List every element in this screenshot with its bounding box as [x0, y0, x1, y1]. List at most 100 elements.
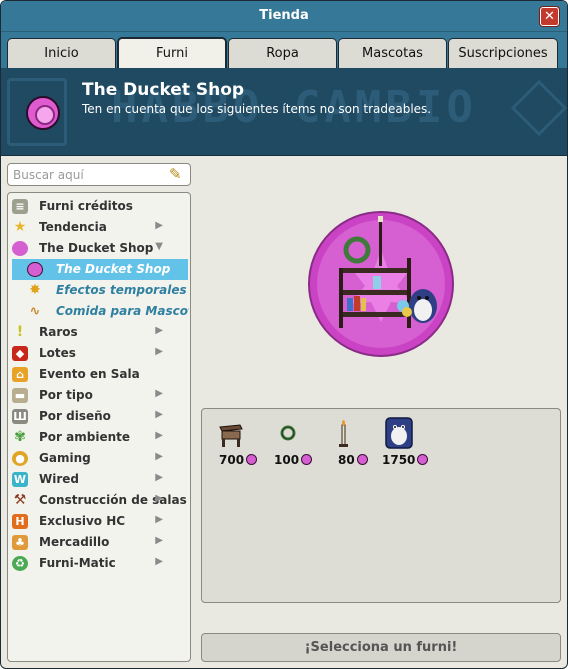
page-description: Ten en cuenta que los siguientes ítems n… — [82, 102, 432, 116]
nav-item-por-diseno[interactable]: Ш Por diseño ▶ — [8, 406, 190, 427]
box-icon: ◆ — [12, 346, 28, 361]
search-input[interactable] — [13, 166, 163, 183]
nav-item-construccion[interactable]: ⚒ Construcción de salas ▶ — [8, 490, 190, 511]
chevron-right-icon: ▶ — [155, 430, 163, 441]
nav-item-wired[interactable]: W Wired ▶ — [8, 469, 190, 490]
chevron-right-icon: ▶ — [155, 346, 163, 357]
nav-item-label: Mercadillo — [39, 535, 110, 549]
catalog-preview-image — [308, 211, 454, 357]
close-button[interactable]: ✕ — [540, 7, 559, 26]
market-icon: ♣ — [12, 535, 28, 550]
chevron-right-icon: ▶ — [155, 220, 163, 231]
window-title: Tienda — [259, 8, 309, 23]
chevron-down-icon: ▼ — [155, 241, 163, 252]
nav-subitem-ducket-shop[interactable]: The Ducket Shop — [12, 259, 188, 280]
price-value: 100 — [274, 453, 300, 467]
category-sidebar[interactable]: ≡ Furni créditos ★ Tendencia ▶ The Ducke… — [7, 192, 191, 662]
nav-item-label: Por diseño — [39, 409, 111, 423]
page-title: The Ducket Shop — [82, 80, 245, 100]
nav-item-label: Evento en Sala — [39, 367, 140, 381]
ducket-icon — [27, 262, 43, 277]
nav-item-lotes[interactable]: ◆ Lotes ▶ — [8, 343, 190, 364]
plant-icon: ✾ — [14, 429, 26, 445]
chevron-right-icon: ▶ — [155, 535, 163, 546]
nav-item-evento-sala[interactable]: ⌂ Evento en Sala — [8, 364, 190, 385]
bone-icon: ∿ — [29, 304, 41, 319]
chevron-right-icon: ▶ — [155, 514, 163, 525]
nav-subitem-efectos-temporales[interactable]: ✸ Efectos temporales (Duc — [8, 280, 190, 301]
nav-item-raros[interactable]: ! Raros ▶ — [8, 322, 190, 343]
nav-item-label: The Ducket Shop — [39, 241, 154, 255]
nav-item-label: Efectos temporales (Duc — [56, 283, 189, 297]
nav-item-label: Wired — [39, 472, 79, 486]
shop-window: Tienda ✕ Inicio Furni Ropa Mascotas Susc… — [0, 0, 568, 669]
catalog-banner: HABBO CAMBIO The Ducket Shop Ten en cuen… — [1, 68, 567, 156]
nav-item-label: Comida para Mascotas ( — [56, 304, 189, 318]
search-box: ✎ — [7, 163, 191, 186]
chevron-right-icon: ▶ — [155, 472, 163, 483]
recycle-icon: ♻ — [12, 556, 28, 571]
nav-item-mercadillo[interactable]: ♣ Mercadillo ▶ — [8, 532, 190, 553]
ducket-icon — [12, 241, 28, 256]
product-item[interactable]: 700 — [216, 419, 276, 471]
nav-item-exclusivo-hc[interactable]: H Exclusivo HC ▶ — [8, 511, 190, 532]
nav-item-furni-creditos[interactable]: ≡ Furni créditos — [8, 196, 190, 217]
exclamation-icon: ! — [16, 324, 24, 340]
nav-item-furni-matic[interactable]: ♻ Furni-Matic ▶ — [8, 553, 190, 574]
product-price: 700 — [219, 453, 258, 467]
nav-item-por-tipo[interactable]: ▬ Por tipo ▶ — [8, 385, 190, 406]
product-price: 1750 — [382, 453, 429, 467]
wired-icon: W — [12, 472, 28, 487]
nav-item-tendencia[interactable]: ★ Tendencia ▶ — [8, 217, 190, 238]
price-value: 1750 — [382, 453, 416, 467]
hc-icon: H — [12, 514, 28, 529]
title-bar[interactable]: Tienda ✕ — [1, 1, 567, 32]
event-icon: ⌂ — [12, 367, 28, 382]
coins-icon: ≡ — [12, 199, 28, 214]
product-item[interactable]: 1750 — [382, 417, 452, 471]
sofa-icon: ▬ — [12, 388, 28, 403]
nav-item-label: Exclusivo HC — [39, 514, 126, 528]
tab-suscripciones[interactable]: Suscripciones — [448, 38, 558, 68]
nav-item-label: Lotes — [39, 346, 76, 360]
wreath-icon — [280, 425, 296, 441]
price-value: 80 — [338, 453, 355, 467]
product-grid: 700 100 80 1750 — [201, 408, 561, 603]
tab-inicio[interactable]: Inicio — [7, 38, 116, 68]
star-icon: ★ — [13, 219, 27, 235]
nav-item-label: Tendencia — [39, 220, 107, 234]
nav-item-label: Por tipo — [39, 388, 93, 402]
chevron-right-icon: ▶ — [155, 388, 163, 399]
sparkle-icon: ✸ — [29, 282, 41, 298]
desk-icon — [219, 424, 243, 447]
tab-ropa[interactable]: Ropa — [228, 38, 337, 68]
ducket-currency-icon — [246, 454, 258, 465]
nav-item-gaming[interactable]: ● Gaming ▶ — [8, 448, 190, 469]
pencil-icon[interactable]: ✎ — [169, 166, 185, 182]
select-furni-button[interactable]: ¡Selecciona un furni! — [201, 633, 561, 662]
nav-item-label: Furni-Matic — [39, 556, 116, 570]
tab-bar: Inicio Furni Ropa Mascotas Suscripciones — [1, 32, 567, 69]
chevron-right-icon: ▶ — [155, 493, 163, 504]
tab-mascotas[interactable]: Mascotas — [338, 38, 447, 68]
ducket-shop-icon — [26, 96, 60, 130]
tab-furni[interactable]: Furni — [117, 37, 227, 69]
nav-item-por-ambiente[interactable]: ✾ Por ambiente ▶ — [8, 427, 190, 448]
chevron-right-icon: ▶ — [155, 409, 163, 420]
price-value: 700 — [219, 453, 245, 467]
medal-icon: ● — [12, 451, 28, 466]
close-icon: ✕ — [544, 9, 555, 24]
ducket-currency-icon — [356, 454, 368, 465]
nav-item-ducket-shop[interactable]: The Ducket Shop ▼ — [8, 238, 190, 259]
nav-item-label: Por ambiente — [39, 430, 130, 444]
nav-item-label: The Ducket Shop — [56, 262, 171, 276]
nav-item-label: Raros — [39, 325, 78, 339]
product-price: 100 — [274, 453, 313, 467]
candle-icon — [339, 420, 348, 447]
product-item[interactable]: 100 — [274, 419, 334, 471]
ducket-currency-icon — [301, 454, 313, 465]
nav-item-label: Construcción de salas — [39, 493, 187, 507]
nav-subitem-comida-mascotas[interactable]: ∿ Comida para Mascotas ( — [8, 301, 190, 322]
nav-item-label: Gaming — [39, 451, 91, 465]
chevron-right-icon: ▶ — [155, 556, 163, 567]
